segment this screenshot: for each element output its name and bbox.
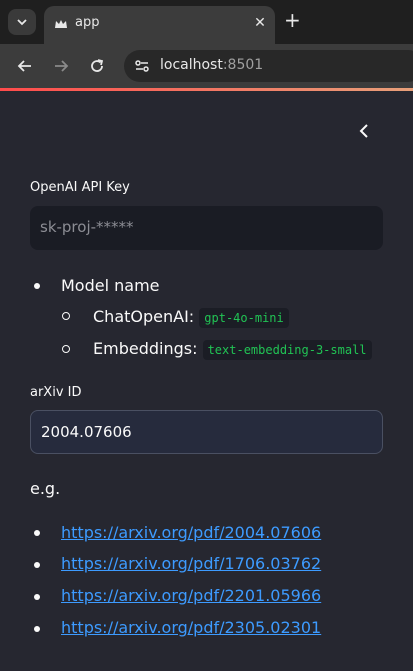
example-link[interactable]: https://arxiv.org/pdf/2201.05966 (61, 586, 321, 605)
app-header-decoration (0, 88, 413, 91)
browser-toolbar: localhost:8501 (0, 44, 413, 88)
api-key-input[interactable]: sk-proj-***** (30, 206, 383, 250)
crown-icon (55, 20, 67, 28)
example-link[interactable]: https://arxiv.org/pdf/2305.02301 (61, 618, 321, 637)
collapse-sidebar-button[interactable] (354, 120, 374, 142)
model-item-embeddings: Embeddings: text-embedding-3-small (93, 339, 372, 360)
url-port: :8501 (222, 57, 264, 73)
example-link[interactable]: https://arxiv.org/pdf/2004.07606 (61, 523, 321, 542)
bullet-icon (34, 594, 40, 600)
model-value: text-embedding-3-small (202, 340, 372, 360)
site-info-icon[interactable] (133, 57, 151, 75)
chevron-left-icon (359, 124, 368, 138)
bullet-icon (34, 626, 40, 632)
reload-icon (91, 59, 104, 72)
model-label: Embeddings: (93, 339, 198, 358)
model-label: ChatOpenAI: (93, 307, 195, 326)
browser-tab[interactable]: app ✕ (44, 6, 275, 44)
back-button[interactable] (15, 56, 35, 76)
api-key-label: OpenAI API Key (30, 180, 130, 195)
tab-strip: app ✕ + (0, 0, 413, 44)
arrow-right-icon (55, 60, 69, 72)
sub-bullet-icon (62, 312, 70, 320)
close-icon[interactable]: ✕ (253, 15, 267, 31)
bullet-icon (34, 530, 40, 536)
forward-button[interactable] (51, 56, 71, 76)
model-value: gpt-4o-mini (199, 308, 289, 328)
arxiv-input[interactable]: 2004.07606 (30, 410, 383, 454)
sub-bullet-icon (62, 345, 70, 353)
arxiv-label: arXiv ID (30, 385, 82, 400)
address-bar[interactable]: localhost:8501 (124, 50, 413, 82)
chevron-down-icon (17, 19, 27, 26)
tab-search-button[interactable] (8, 9, 36, 35)
examples-label: e.g. (30, 479, 61, 498)
url-host: localhost (160, 57, 223, 73)
reload-button[interactable] (87, 56, 107, 76)
arrow-left-icon (17, 60, 31, 72)
model-item-chat: ChatOpenAI: gpt-4o-mini (93, 307, 289, 328)
bullet-icon (34, 283, 40, 289)
tab-title: app (75, 15, 100, 30)
model-heading: Model name (61, 276, 160, 295)
bullet-icon (34, 562, 40, 568)
url-text: localhost:8501 (160, 57, 263, 73)
new-tab-button[interactable]: + (284, 10, 301, 30)
example-link[interactable]: https://arxiv.org/pdf/1706.03762 (61, 554, 321, 573)
